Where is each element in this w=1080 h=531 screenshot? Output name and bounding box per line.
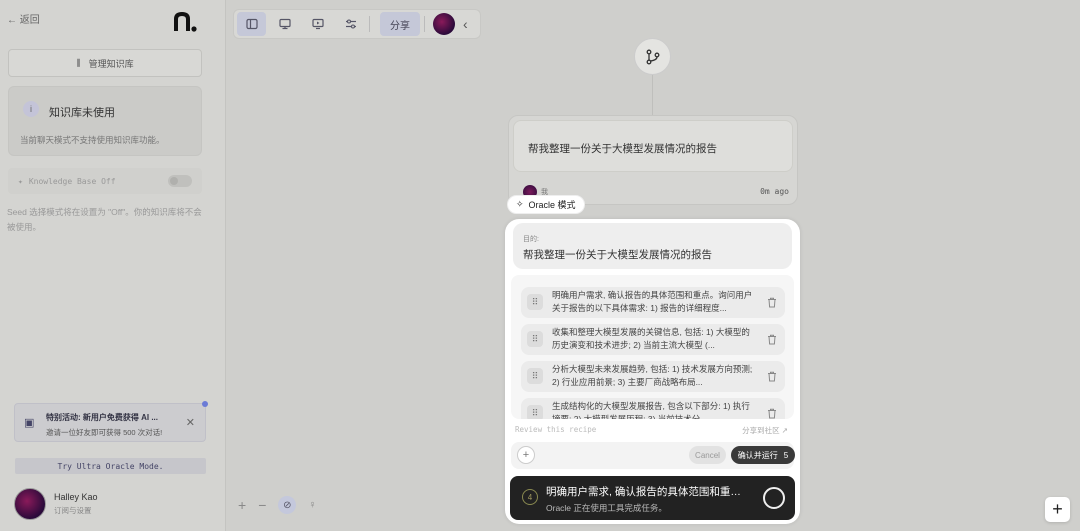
- step-item[interactable]: ⠿ 明确用户需求, 确认报告的具体范围和重点。询问用户关于报告的以下具体需求: …: [521, 287, 785, 318]
- logo: [174, 11, 197, 32]
- drag-handle-icon[interactable]: ⠿: [527, 294, 543, 310]
- oracle-mode-tag: ✧ Oracle 模式: [507, 195, 585, 214]
- toolbar-divider: [369, 16, 370, 32]
- kb-note: Seed 选择模式将在设置为 "Off"。你的知识库将不会被使用。: [7, 207, 202, 232]
- share-button[interactable]: 分享: [380, 12, 420, 36]
- status-sub: Oracle 正在使用工具完成任务。: [546, 503, 667, 513]
- manage-kb-button[interactable]: ⫼ 管理知识库: [8, 49, 202, 77]
- promo-desc: 邀请一位好友即可获得 500 次对话!: [46, 428, 163, 437]
- goal-label: 目的:: [523, 236, 539, 243]
- step-item[interactable]: ⠿ 生成结构化的大模型发展报告, 包含以下部分: 1) 执行摘要; 2) 大模型…: [521, 398, 785, 419]
- sidebar: ← 返回 ⫼ 管理知识库 i 知识库未使用 当前聊天模式不支持使用知识库功能。 …: [0, 0, 226, 531]
- promo-title: 特别活动: 新用户免费获得 AI ...: [46, 413, 158, 422]
- loading-spinner-icon: [763, 487, 785, 509]
- query-time: 0m ago: [760, 187, 789, 196]
- manage-kb-label: 管理知识库: [88, 58, 134, 69]
- drag-handle-icon[interactable]: ⠿: [527, 405, 543, 419]
- step-text: 分析大模型未来发展趋势, 包括: 1) 技术发展方向预测; 2) 行业应用前景;…: [552, 364, 753, 387]
- share-community-link[interactable]: 分享到社区 ↗: [742, 425, 788, 436]
- monitor-button[interactable]: [270, 12, 299, 36]
- confirm-run-button[interactable]: 确认并运行 5: [731, 446, 795, 464]
- notification-dot: [202, 401, 208, 407]
- user-name: Halley Kao: [54, 492, 98, 502]
- settings-button[interactable]: [336, 12, 365, 36]
- close-icon[interactable]: ✕: [186, 416, 195, 429]
- lightbulb-icon[interactable]: ♀: [308, 499, 316, 511]
- trash-icon[interactable]: [765, 332, 779, 346]
- add-node-button[interactable]: +: [1045, 497, 1070, 522]
- run-label: 确认并运行: [737, 450, 778, 460]
- toolbar-divider: [424, 16, 425, 32]
- step-item[interactable]: ⠿ 分析大模型未来发展趋势, 包括: 1) 技术发展方向预测; 2) 行业应用前…: [521, 361, 785, 392]
- try-ultra-button[interactable]: Try Ultra Oracle Mode.: [15, 458, 206, 474]
- steps-list: ⠿ 明确用户需求, 确认报告的具体范围和重点。询问用户关于报告的以下具体需求: …: [511, 275, 794, 419]
- info-icon: i: [23, 101, 39, 117]
- kb-toggle-label: Knowledge Base Off: [28, 176, 116, 186]
- node-connector: [652, 75, 653, 115]
- recipe-actions: + Cancel 确认并运行 5: [511, 442, 795, 469]
- query-node[interactable]: 帮我整理一份关于大模型发展情况的报告 我 0m ago: [508, 115, 798, 205]
- trash-icon[interactable]: [765, 369, 779, 383]
- add-step-button[interactable]: +: [517, 446, 535, 464]
- query-text: 帮我整理一份关于大模型发展情况的报告: [513, 120, 793, 172]
- books-icon: ⫼: [76, 57, 81, 68]
- trash-icon[interactable]: [765, 406, 779, 419]
- kb-toggle-row: ✦ Knowledge Base Off: [8, 168, 202, 194]
- promo-banner[interactable]: ▣ 特别活动: 新用户免费获得 AI ... 邀请一位好友即可获得 500 次对…: [14, 401, 208, 442]
- preview-button[interactable]: [303, 12, 332, 36]
- kb-status-card: i 知识库未使用 当前聊天模式不支持使用知识库功能。: [8, 86, 202, 156]
- user-sub: 订阅与设置: [54, 506, 92, 515]
- chevron-left-icon[interactable]: ‹: [463, 16, 468, 32]
- kb-card-desc: 当前聊天模式不支持使用知识库功能。: [20, 135, 165, 145]
- toolbar-avatar[interactable]: [433, 13, 455, 35]
- step-text: 生成结构化的大模型发展报告, 包含以下部分: 1) 执行摘要; 2) 大模型发展…: [552, 401, 750, 419]
- cancel-button[interactable]: Cancel: [689, 446, 726, 464]
- trash-icon[interactable]: [765, 295, 779, 309]
- goal-box: 目的: 帮我整理一份关于大模型发展情况的报告: [513, 223, 792, 269]
- zoom-out-icon[interactable]: −: [258, 497, 266, 513]
- kb-card-title: 知识库未使用: [49, 107, 115, 119]
- recipe-panel: 目的: 帮我整理一份关于大模型发展情况的报告 ⠿ 明确用户需求, 确认报告的具体…: [505, 219, 800, 524]
- sliders-icon: [345, 19, 356, 29]
- task-status-bar: 4 明确用户需求, 确认报告的具体范围和重点。 Oracle 正在使用工具完成任…: [510, 476, 795, 520]
- kb-toggle-switch[interactable]: [168, 175, 192, 187]
- avatar: [14, 488, 46, 520]
- review-label: Review this recipe: [515, 425, 597, 434]
- sidebar-toggle-button[interactable]: [237, 12, 266, 36]
- step-item[interactable]: ⠿ 收集和整理大模型发展的关键信息, 包括: 1) 大模型的历史演变和技术进步;…: [521, 324, 785, 355]
- step-text: 收集和整理大模型发展的关键信息, 包括: 1) 大模型的历史演变和技术进步; 2…: [552, 327, 750, 350]
- canvas-toolbar: 分享 ‹: [233, 9, 481, 39]
- goal-value: 帮我整理一份关于大模型发展情况的报告: [523, 249, 712, 261]
- sidebar-icon: [245, 18, 258, 30]
- step-text: 明确用户需求, 确认报告的具体范围和重点。询问用户关于报告的以下具体需求: 1)…: [552, 290, 753, 313]
- zoom-in-icon[interactable]: +: [238, 497, 246, 513]
- run-count: 5: [783, 450, 789, 460]
- monitor-icon: [278, 18, 291, 30]
- oracle-mode-label: Oracle 模式: [528, 200, 576, 210]
- sparkle-icon: ✧: [516, 199, 524, 209]
- back-button[interactable]: ← 返回: [7, 11, 40, 26]
- compass-icon[interactable]: ⊘: [278, 496, 297, 514]
- screen-play-icon: [311, 18, 324, 30]
- drag-handle-icon[interactable]: ⠿: [527, 368, 543, 384]
- user-profile[interactable]: Halley Kao 订阅与设置: [14, 488, 98, 520]
- git-branch-icon: [646, 49, 659, 64]
- drag-handle-icon[interactable]: ⠿: [527, 331, 543, 347]
- status-title: 明确用户需求, 确认报告的具体范围和重点。: [546, 486, 751, 498]
- sparkle-icon: ✦: [18, 176, 23, 186]
- step-number-badge: 4: [522, 489, 538, 505]
- zoom-controls: + − ⊘ ♀: [238, 496, 317, 514]
- gift-icon: ▣: [24, 417, 35, 429]
- branch-node[interactable]: [634, 38, 671, 75]
